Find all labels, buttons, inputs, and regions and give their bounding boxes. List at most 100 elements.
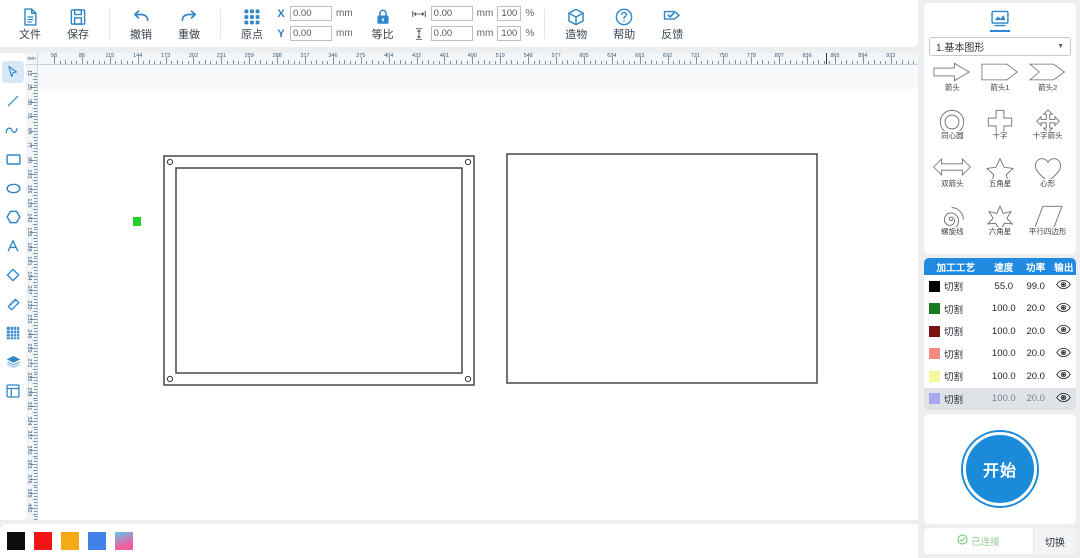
- horizontal-ruler[interactable]: 5886115144173202231259288317346375404432…: [38, 53, 918, 65]
- shape-item-crossarrow[interactable]: 十字箭头: [1024, 109, 1071, 156]
- layout-tool[interactable]: [2, 380, 24, 402]
- arrow1-shape-icon: [980, 61, 1020, 83]
- eraser-tool[interactable]: [2, 264, 24, 286]
- process-table-row[interactable]: 切割55.099.0: [924, 275, 1076, 298]
- curve-tool[interactable]: [2, 119, 24, 141]
- color-swatch[interactable]: [88, 532, 106, 550]
- height-percent-input[interactable]: [497, 26, 521, 41]
- ruler-minor-tick: [34, 331, 37, 332]
- layer-color-chip[interactable]: [929, 393, 940, 404]
- shape-item-heart[interactable]: 心形: [1024, 157, 1071, 204]
- ruler-minor-tick: [578, 61, 579, 64]
- height-input[interactable]: [431, 26, 473, 41]
- width-input[interactable]: [431, 6, 473, 21]
- power-cell[interactable]: 20.0: [1020, 388, 1052, 411]
- vertical-ruler[interactable]: 1225385164779010311612914215516818119420…: [26, 65, 38, 520]
- text-tool[interactable]: [2, 235, 24, 257]
- shape-item-concentric[interactable]: 同心圆: [929, 109, 976, 156]
- line-tool[interactable]: [2, 90, 24, 112]
- grid-tool[interactable]: [2, 322, 24, 344]
- color-swatch[interactable]: [115, 532, 133, 550]
- eye-icon[interactable]: [1056, 369, 1071, 383]
- toolbar-label-help: 帮助: [613, 30, 635, 41]
- shape-item-spiral[interactable]: 螺旋线: [929, 205, 976, 252]
- color-swatch[interactable]: [61, 532, 79, 550]
- layer-color-chip[interactable]: [929, 348, 940, 359]
- speed-cell[interactable]: 55.0: [988, 275, 1020, 298]
- ruler-tool[interactable]: [2, 293, 24, 315]
- ruler-minor-tick: [34, 351, 37, 352]
- speed-cell[interactable]: 100.0: [988, 343, 1020, 366]
- process-table-row[interactable]: 切割100.020.0: [924, 365, 1076, 388]
- tab-image-library[interactable]: [990, 10, 1010, 32]
- eye-icon[interactable]: [1056, 279, 1071, 293]
- ruler-minor-tick: [34, 461, 37, 462]
- eye-icon[interactable]: [1056, 347, 1071, 361]
- process-table-row[interactable]: 切割100.020.0: [924, 298, 1076, 321]
- shape-item-cross[interactable]: 十字: [977, 109, 1024, 156]
- switch-device-button[interactable]: 切换: [1034, 528, 1076, 554]
- shape-item-doublearrow[interactable]: 双箭头: [929, 157, 976, 204]
- layer-color-chip[interactable]: [929, 371, 940, 382]
- origin-position-marker[interactable]: [133, 217, 141, 226]
- eye-icon[interactable]: [1056, 302, 1071, 316]
- start-button[interactable]: 开始: [963, 432, 1037, 506]
- shape-item-arrow[interactable]: 箭头: [929, 61, 976, 108]
- width-percent-input[interactable]: [497, 6, 521, 21]
- power-cell[interactable]: 20.0: [1020, 320, 1052, 343]
- speed-cell[interactable]: 100.0: [988, 298, 1020, 321]
- toolbar-button-origin[interactable]: 原点: [228, 1, 276, 46]
- toolbar-button-save[interactable]: 保存: [54, 1, 102, 46]
- power-cell[interactable]: 20.0: [1020, 343, 1052, 366]
- design-canvas[interactable]: [38, 65, 918, 520]
- layer-color-chip[interactable]: [929, 303, 940, 314]
- toolbar-button-feedback[interactable]: 反馈: [648, 1, 696, 46]
- x-position-input[interactable]: [290, 6, 332, 21]
- rectangle-tool[interactable]: [2, 148, 24, 170]
- plain-rectangle-shape[interactable]: [506, 153, 818, 384]
- shape-item-parallelogram[interactable]: 平行四边形: [1024, 205, 1071, 252]
- ruler-minor-tick: [34, 360, 37, 361]
- toolbar-button-undo[interactable]: 撤销: [117, 1, 165, 46]
- process-table-row[interactable]: 切割100.020.0: [924, 388, 1076, 411]
- select-cursor-tool[interactable]: [2, 61, 24, 83]
- ellipse-tool[interactable]: [2, 177, 24, 199]
- eye-icon[interactable]: [1056, 324, 1071, 338]
- ruler-minor-tick: [210, 61, 211, 64]
- ruler-minor-tick: [34, 424, 37, 425]
- ruler-tick-label: 285: [26, 373, 32, 382]
- speed-cell[interactable]: 100.0: [988, 365, 1020, 388]
- shape-item-arrow1[interactable]: 箭头1: [977, 61, 1024, 108]
- eye-icon[interactable]: [1056, 392, 1071, 406]
- shape-category-select[interactable]: 1.基本图形 ▼: [929, 37, 1071, 56]
- process-table-row[interactable]: 切割100.020.0: [924, 343, 1076, 366]
- ruler-minor-tick: [216, 61, 217, 64]
- power-cell[interactable]: 20.0: [1020, 298, 1052, 321]
- height-percent-sign: %: [525, 28, 534, 39]
- toolbar-button-redo[interactable]: 重做: [165, 1, 213, 46]
- y-position-input[interactable]: [290, 26, 332, 41]
- layer-color-chip[interactable]: [929, 281, 940, 292]
- color-swatch[interactable]: [7, 532, 25, 550]
- speed-cell[interactable]: 100.0: [988, 320, 1020, 343]
- toolbar-button-help[interactable]: 帮助: [600, 1, 648, 46]
- shape-item-star5[interactable]: 五角星: [977, 157, 1024, 204]
- ruler-minor-tick: [160, 61, 161, 64]
- toolbar-button-lock-ratio[interactable]: 等比: [359, 1, 407, 46]
- layer-color-chip[interactable]: [929, 326, 940, 337]
- layers-tool[interactable]: [2, 351, 24, 373]
- polygon-tool[interactable]: [2, 206, 24, 228]
- toolbar-button-make[interactable]: 造物: [552, 1, 600, 46]
- ruler-minor-tick: [177, 60, 178, 65]
- ruler-minor-tick: [34, 244, 37, 245]
- power-cell[interactable]: 20.0: [1020, 365, 1052, 388]
- power-cell[interactable]: 99.0: [1020, 275, 1052, 298]
- toolbar-button-file[interactable]: 文件: [6, 1, 54, 46]
- color-swatch[interactable]: [34, 532, 52, 550]
- speed-cell[interactable]: 100.0: [988, 388, 1020, 411]
- shape-item-arrow2[interactable]: 箭头2: [1024, 61, 1071, 108]
- process-table-row[interactable]: 切割100.020.0: [924, 320, 1076, 343]
- shape-item-star6[interactable]: 六角星: [977, 205, 1024, 252]
- toolbar-label-origin: 原点: [241, 30, 263, 41]
- framed-plate-shape[interactable]: [163, 155, 475, 386]
